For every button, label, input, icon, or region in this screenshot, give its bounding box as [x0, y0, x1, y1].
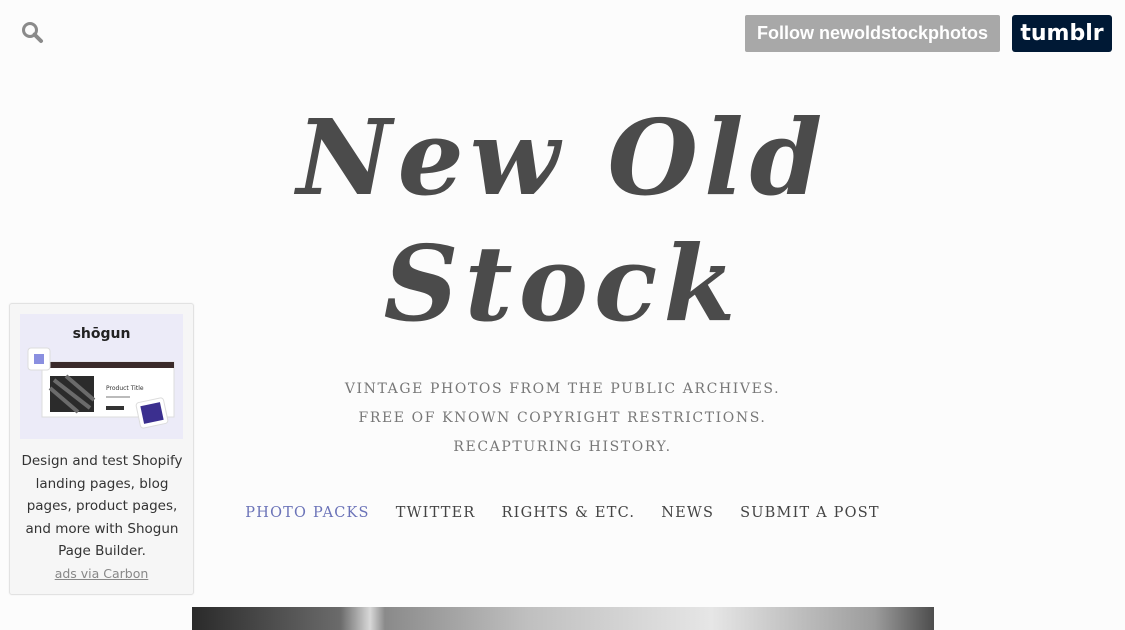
nav-twitter[interactable]: TWITTER — [396, 505, 476, 521]
tumblr-logo-button[interactable]: tumblr — [1012, 15, 1112, 52]
nav-photo-packs[interactable]: PHOTO PACKS — [245, 505, 369, 521]
site-title-line-2: Stock — [383, 222, 742, 345]
ad-via-link[interactable]: ads via Carbon — [10, 566, 193, 581]
tagline-line-1: VINTAGE PHOTOS FROM THE PUBLIC ARCHIVES. — [344, 381, 781, 397]
search-button[interactable] — [20, 20, 46, 46]
post-photo[interactable] — [192, 607, 934, 630]
ad-text[interactable]: Design and test Shopify landing pages, b… — [18, 450, 186, 563]
nav-rights[interactable]: RIGHTS & ETC. — [502, 505, 636, 521]
follow-button[interactable]: Follow newoldstockphotos — [745, 15, 1000, 52]
tagline-line-2: FREE OF KNOWN COPYRIGHT RESTRICTIONS. — [358, 410, 767, 426]
carbon-ad: shōgun Product Title Design and test Sho… — [9, 303, 194, 595]
nav-submit-post[interactable]: SUBMIT A POST — [740, 505, 880, 521]
search-icon — [22, 22, 43, 43]
nav-news[interactable]: NEWS — [661, 505, 714, 521]
ad-image[interactable]: shōgun Product Title — [20, 314, 183, 439]
site-title[interactable]: New Old Stock — [260, 95, 865, 347]
ad-illustration: Product Title — [27, 347, 175, 429]
site-title-line-1: New Old — [296, 96, 829, 219]
ad-product-title: Product Title — [106, 385, 144, 392]
tagline-line-3: RECAPTURING HISTORY. — [453, 439, 672, 455]
